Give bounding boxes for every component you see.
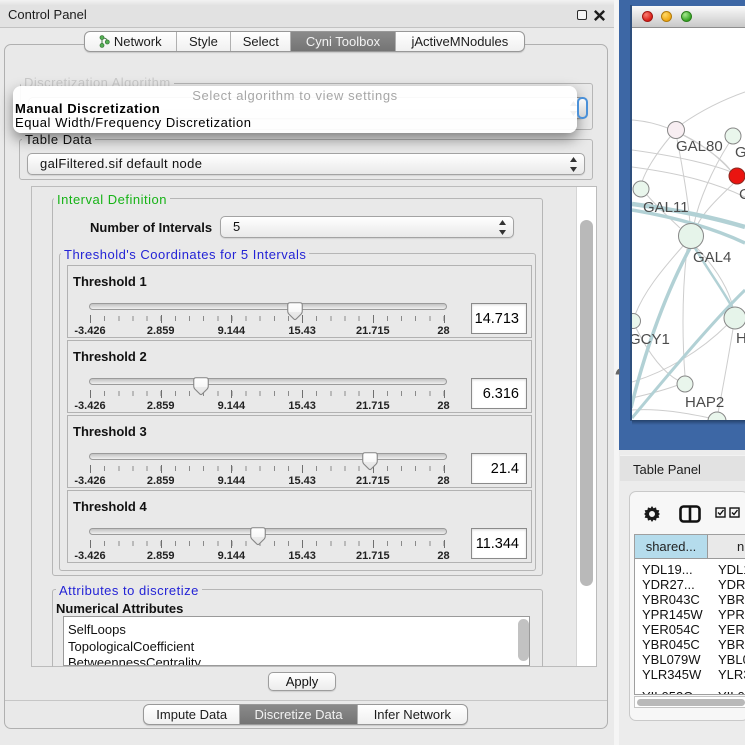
- svg-text:GCY1: GCY1: [632, 331, 670, 348]
- svg-text:GAL4: GAL4: [693, 249, 731, 266]
- svg-text:GAL11: GAL11: [643, 199, 689, 216]
- svg-text:C: C: [739, 186, 745, 203]
- svg-text:HAP2: HAP2: [685, 394, 724, 411]
- svg-text:GA: GA: [735, 144, 745, 161]
- svg-text:H: H: [736, 330, 745, 347]
- svg-text:GAL80: GAL80: [676, 138, 723, 155]
